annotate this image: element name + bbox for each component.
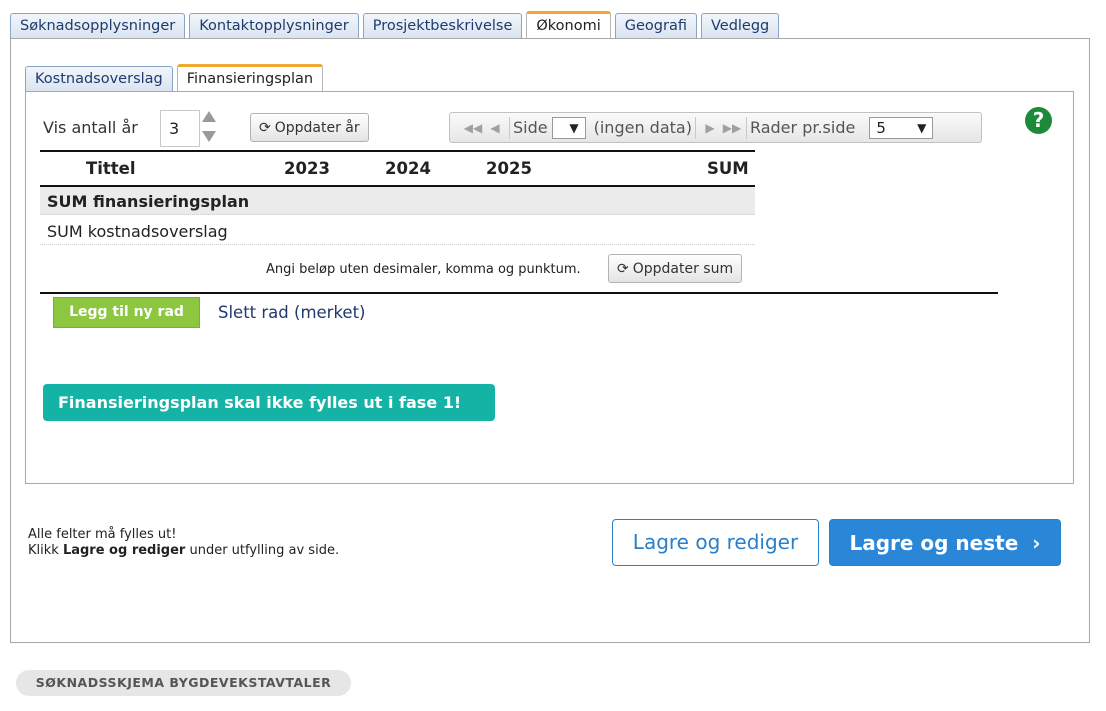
years-input[interactable]: 3 xyxy=(160,110,200,147)
chevron-down-icon: ▼ xyxy=(569,120,579,135)
first-page-icon[interactable]: ◀◀ xyxy=(462,113,484,142)
tab-kostnadsoverslag[interactable]: Kostnadsoverslag xyxy=(25,66,173,92)
instruction-prefix: Klikk xyxy=(28,543,63,558)
amount-hint: Angi beløp uten desimaler, komma og punk… xyxy=(266,262,581,277)
pager: ◀◀ ◀ Side ▼ (ingen data) ▶ ▶▶ Rader pr.s… xyxy=(449,112,982,143)
save-and-edit-button[interactable]: Lagre og rediger xyxy=(612,519,819,566)
main-tabs: Søknadsopplysninger Kontaktopplysninger … xyxy=(10,11,783,40)
years-label: Vis antall år xyxy=(43,118,138,137)
pager-separator xyxy=(509,116,510,139)
tab-vedlegg[interactable]: Vedlegg xyxy=(700,13,780,39)
chevron-right-icon: › xyxy=(1032,530,1041,555)
last-page-icon[interactable]: ▶▶ xyxy=(721,113,743,142)
help-icon[interactable]: ? xyxy=(1025,107,1052,134)
tab-kontaktopplysninger[interactable]: Kontaktopplysninger xyxy=(189,13,359,39)
required-fields-note: Alle felter må fylles ut! xyxy=(28,527,177,542)
tab-soknadsopplysninger[interactable]: Søknadsopplysninger xyxy=(10,13,186,39)
update-years-label: Oppdater år xyxy=(274,119,360,136)
column-header-year-2: 2024 xyxy=(385,159,431,178)
column-header-year-3: 2025 xyxy=(486,159,532,178)
save-and-next-label: Lagre og neste xyxy=(849,530,1019,555)
rows-per-page-label: Rader pr.side xyxy=(749,118,856,137)
years-spinner[interactable] xyxy=(202,111,216,145)
prev-page-icon[interactable]: ◀ xyxy=(484,113,506,142)
save-instructions: Klikk Lagre og rediger under utfylling a… xyxy=(28,543,339,559)
row-title: SUM finansieringsplan xyxy=(47,192,250,211)
update-sum-label: Oppdater sum xyxy=(632,260,734,277)
rows-per-page-select[interactable]: 5 ▼ xyxy=(869,116,934,139)
update-sum-button[interactable]: ⟳ Oppdater sum xyxy=(608,254,743,283)
tab-geografi[interactable]: Geografi xyxy=(614,13,697,39)
instruction-bold: Lagre og rediger xyxy=(62,543,186,558)
table-bottom-border xyxy=(40,292,998,294)
pager-status: (ingen data) xyxy=(593,118,692,137)
chevron-down-icon: ▼ xyxy=(917,120,927,135)
table-top-border xyxy=(40,150,755,152)
spinner-up-icon[interactable] xyxy=(202,111,216,122)
footer-note: Alle felter må fylles ut! Klikk Lagre og… xyxy=(28,527,339,559)
table-row-sum-financing: SUM finansieringsplan xyxy=(40,187,755,215)
table-row-sum-cost: SUM kostnadsoverslag xyxy=(40,216,755,245)
pager-separator xyxy=(694,116,696,139)
rows-per-page-value: 5 xyxy=(876,118,886,137)
update-years-button[interactable]: ⟳ Oppdater år xyxy=(250,113,369,142)
phase-notice: Finansieringsplan skal ikke fylles ut i … xyxy=(43,384,495,421)
form-name-badge: SØKNADSSKJEMA BYGDEVEKSTAVTALER xyxy=(16,670,351,696)
pager-separator xyxy=(745,116,747,139)
spinner-down-icon[interactable] xyxy=(202,131,216,142)
save-and-next-button[interactable]: Lagre og neste › xyxy=(829,519,1061,566)
column-header-year-1: 2023 xyxy=(284,159,330,178)
page-label: Side xyxy=(513,118,548,137)
column-header-sum: SUM xyxy=(707,159,749,178)
tab-finansieringsplan[interactable]: Finansieringsplan xyxy=(176,64,324,93)
delete-row-link[interactable]: Slett rad (merket) xyxy=(218,303,365,322)
column-header-title: Tittel xyxy=(86,159,136,178)
instruction-suffix: under utfylling av side. xyxy=(185,543,340,558)
page-select[interactable]: ▼ xyxy=(551,116,586,139)
refresh-icon: ⟳ xyxy=(617,260,629,277)
tab-prosjektbeskrivelse[interactable]: Prosjektbeskrivelse xyxy=(362,13,523,39)
tab-okonomi[interactable]: Økonomi xyxy=(526,11,611,40)
refresh-icon: ⟳ xyxy=(259,119,271,136)
next-page-icon[interactable]: ▶ xyxy=(699,113,721,142)
add-row-button[interactable]: Legg til ny rad xyxy=(53,297,200,328)
row-title: SUM kostnadsoverslag xyxy=(47,222,228,241)
economy-sub-tabs: Kostnadsoverslag Finansieringsplan xyxy=(25,64,327,93)
